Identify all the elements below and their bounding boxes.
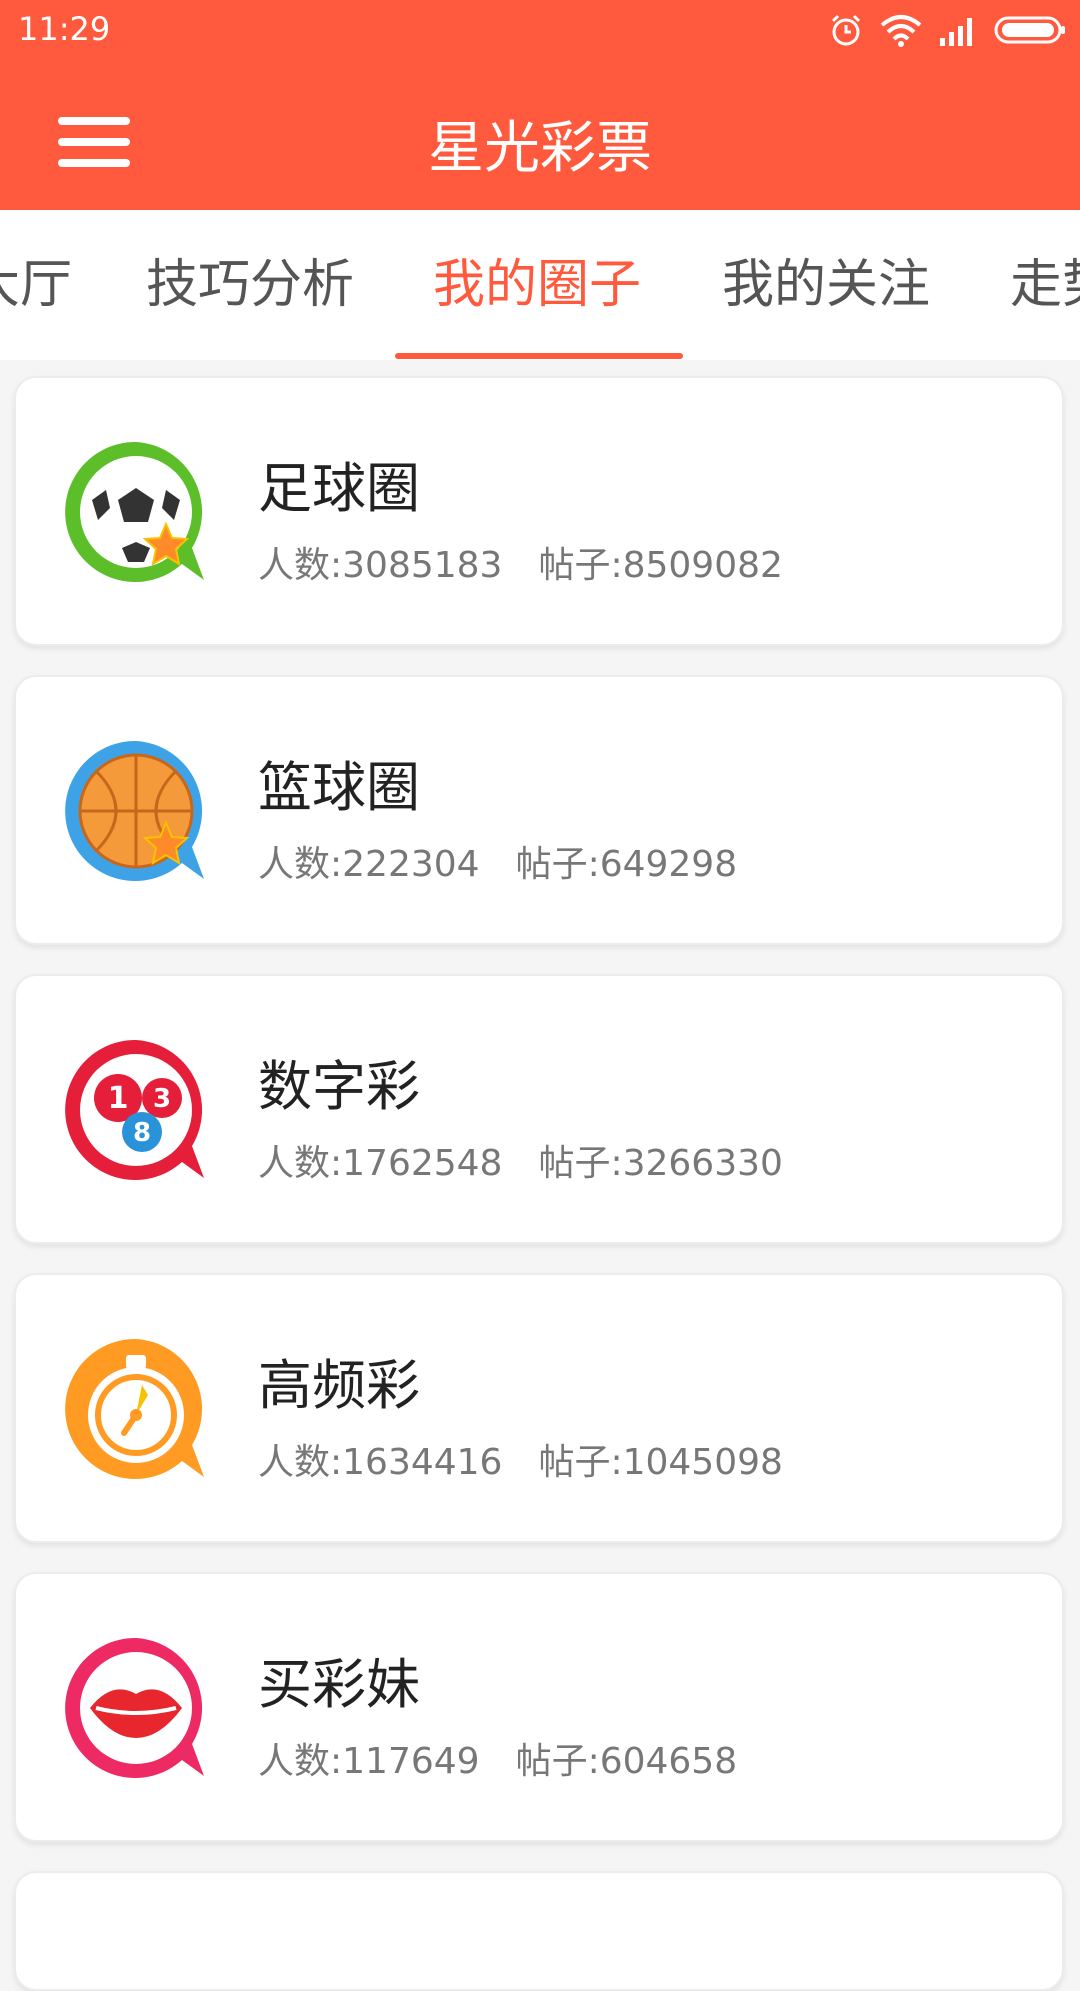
status-time: 11:29 bbox=[18, 10, 111, 48]
svg-text:8: 8 bbox=[133, 1118, 151, 1148]
signal-icon bbox=[940, 18, 972, 46]
soccer-circle-icon bbox=[65, 441, 205, 582]
circle-name: 买彩妹 bbox=[258, 1653, 420, 1716]
status-icons bbox=[828, 10, 1066, 50]
member-count: 人数:3085183 bbox=[258, 545, 503, 586]
svg-text:1: 1 bbox=[108, 1081, 129, 1116]
post-count: 帖子:1045098 bbox=[538, 1442, 783, 1483]
circle-name: 高频彩 bbox=[258, 1354, 420, 1417]
tab-lobby[interactable]: 大厅 bbox=[0, 210, 72, 360]
tab-bar: 大厅 技巧分析 我的圈子 我的关注 走势 bbox=[0, 210, 1080, 360]
list-item-lottery-girls[interactable]: 买彩妹 人数:117649 帖子:604658 bbox=[14, 1572, 1064, 1842]
circle-stats: 人数:1634416 帖子:1045098 bbox=[258, 1433, 783, 1485]
member-count: 人数:1762548 bbox=[258, 1143, 503, 1184]
post-count: 帖子:649298 bbox=[515, 844, 738, 885]
stopwatch-circle-icon bbox=[65, 1338, 205, 1479]
list-item-numbers[interactable]: 1 3 8 数字彩 人数:1762548 帖子:3266330 bbox=[14, 974, 1064, 1244]
lips-circle-icon bbox=[65, 1637, 205, 1778]
circle-name: 数字彩 bbox=[258, 1055, 420, 1118]
tab-my-follows[interactable]: 我的关注 bbox=[722, 210, 930, 360]
alarm-icon bbox=[831, 14, 861, 46]
tab-trend[interactable]: 走势 bbox=[1010, 210, 1080, 360]
circle-stats: 人数:1762548 帖子:3266330 bbox=[258, 1134, 783, 1186]
post-count: 帖子:3266330 bbox=[538, 1143, 783, 1184]
circle-name: 篮球圈 bbox=[258, 756, 420, 819]
circle-stats: 人数:222304 帖子:649298 bbox=[258, 835, 737, 887]
basketball-circle-icon bbox=[65, 740, 205, 881]
circle-stats: 人数:3085183 帖子:8509082 bbox=[258, 536, 783, 588]
tab-my-circles[interactable]: 我的圈子 bbox=[433, 210, 641, 360]
post-count: 帖子:8509082 bbox=[538, 545, 783, 586]
battery-icon bbox=[994, 16, 1065, 44]
circle-stats: 人数:117649 帖子:604658 bbox=[258, 1732, 737, 1784]
member-count: 人数:222304 bbox=[258, 844, 480, 885]
tab-active-indicator bbox=[395, 353, 683, 359]
tab-skill-analysis[interactable]: 技巧分析 bbox=[146, 210, 354, 360]
list-item-partial[interactable] bbox=[14, 1871, 1064, 1991]
numbers-lottery-circle-icon: 1 3 8 bbox=[65, 1039, 205, 1180]
list-item-basketball[interactable]: 篮球圈 人数:222304 帖子:649298 bbox=[14, 675, 1064, 945]
post-count: 帖子:604658 bbox=[515, 1741, 738, 1782]
circle-name: 足球圈 bbox=[258, 457, 420, 520]
member-count: 人数:1634416 bbox=[258, 1442, 503, 1483]
svg-text:3: 3 bbox=[153, 1084, 171, 1114]
app-bar: 11:29 星光彩票 bbox=[0, 0, 1080, 210]
member-count: 人数:117649 bbox=[258, 1741, 480, 1782]
wifi-icon bbox=[880, 15, 922, 47]
page-title: 星光彩票 bbox=[428, 116, 652, 181]
list-item-high-frequency[interactable]: 高频彩 人数:1634416 帖子:1045098 bbox=[14, 1273, 1064, 1543]
list-item-soccer[interactable]: 足球圈 人数:3085183 帖子:8509082 bbox=[14, 376, 1064, 646]
